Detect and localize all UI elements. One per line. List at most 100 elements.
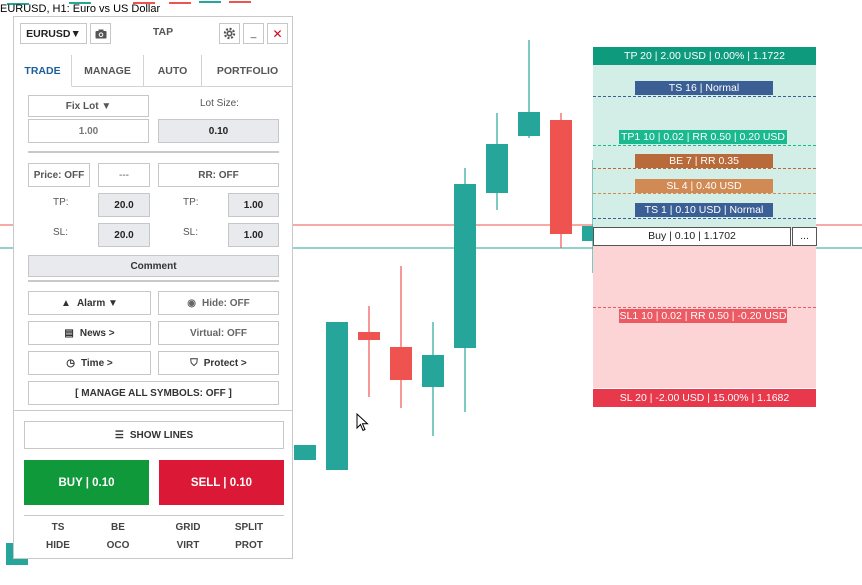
lot-size-input[interactable]: 0.10 <box>158 119 279 143</box>
candle <box>199 1 221 3</box>
sl-label-right: SL: <box>183 227 199 238</box>
tap-panel: EURUSD▼ TAP _ ✕ TRADE MANAGE AUTO PORTFO… <box>13 16 293 559</box>
candle-body <box>199 1 221 3</box>
be-button[interactable]: BE <box>88 522 148 533</box>
candle <box>390 266 412 408</box>
candle-body <box>454 184 476 348</box>
candle-body <box>169 2 191 4</box>
sl4-label[interactable]: SL 4 | 0.40 USD <box>635 179 773 193</box>
split-button[interactable]: SPLIT <box>219 522 279 533</box>
tp-points-input[interactable]: 20.0 <box>98 193 150 217</box>
candle-body <box>294 445 316 460</box>
candle-body <box>390 347 412 380</box>
eye-icon: ◉ <box>187 297 196 309</box>
tab-portfolio[interactable]: PORTFOLIO <box>202 55 293 87</box>
candle-body <box>486 144 508 193</box>
tp-ratio-input[interactable]: 1.00 <box>228 193 279 217</box>
candle <box>422 322 444 436</box>
tp-label-right: TP: <box>183 197 199 208</box>
app-name: TAP <box>152 26 174 38</box>
screenshot-button[interactable] <box>90 23 111 44</box>
lot-input[interactable]: 1.00 <box>28 119 149 143</box>
candle <box>550 113 572 248</box>
newspaper-icon: ▤ <box>64 327 74 339</box>
tp1-line[interactable] <box>593 145 816 146</box>
candle-body <box>229 1 251 3</box>
candle-body <box>326 322 348 470</box>
virt-button[interactable]: VIRT <box>158 540 218 551</box>
candle-body <box>518 112 540 136</box>
ts-button[interactable]: TS <box>28 522 88 533</box>
tab-auto[interactable]: AUTO <box>144 55 202 87</box>
sliders-icon: ☰ <box>114 429 124 441</box>
terminal-window: EURUSD, H1: Euro vs US Dollar TP 20 | 2.… <box>0 0 862 585</box>
hide-button[interactable]: HIDE <box>28 540 88 551</box>
divider <box>24 515 284 516</box>
candle <box>486 113 508 210</box>
shield-icon: ⛉ <box>190 357 198 369</box>
oco-button[interactable]: OCO <box>88 540 148 551</box>
candle <box>169 2 191 4</box>
rr-toggle[interactable]: RR: OFF <box>158 163 279 187</box>
chart-title: EURUSD, H1: Euro vs US Dollar <box>0 3 161 15</box>
grid-button[interactable]: GRID <box>158 522 218 533</box>
ts1-line[interactable] <box>593 218 816 219</box>
tp1-label[interactable]: TP1 10 | 0.02 | RR 0.50 | 0.20 USD <box>619 130 787 144</box>
price-toggle[interactable]: Price: OFF <box>28 163 90 187</box>
candle <box>454 168 476 412</box>
lot-size-label: Lot Size: <box>200 98 239 109</box>
sell-button[interactable]: SELL | 0.10 <box>159 460 284 505</box>
tab-trade[interactable]: TRADE <box>14 55 72 87</box>
candle <box>358 306 380 397</box>
sl-main-label[interactable]: SL 20 | -2.00 USD | 15.00% | 1.1682 <box>593 389 816 407</box>
divider <box>28 280 279 282</box>
tab-manage[interactable]: MANAGE <box>72 55 144 87</box>
time-label: Time > <box>80 357 113 369</box>
close-button[interactable]: ✕ <box>267 23 288 44</box>
manage-all-symbols-toggle[interactable]: [ MANAGE ALL SYMBOLS: OFF ] <box>28 381 279 405</box>
gear-icon <box>223 27 236 40</box>
comment-input[interactable]: Comment <box>28 255 279 277</box>
tree-icon: ▲ <box>61 297 71 309</box>
buy-button[interactable]: BUY | 0.10 <box>24 460 149 505</box>
tp-label-left: TP: <box>53 197 69 208</box>
protect-button[interactable]: ⛉ Protect > <box>158 351 279 375</box>
sl4-line[interactable] <box>593 193 816 194</box>
candle-body <box>358 332 380 340</box>
news-button[interactable]: ▤ News > <box>28 321 151 345</box>
be7-line[interactable] <box>593 168 816 169</box>
protect-label: Protect > <box>203 357 247 369</box>
section-divider <box>14 410 292 411</box>
price-input[interactable]: --- <box>98 163 150 187</box>
clock-icon: ◷ <box>66 357 75 369</box>
entry-more-button[interactable]: ... <box>792 227 817 246</box>
sl-label-left: SL: <box>53 227 69 238</box>
show-lines-button[interactable]: ☰ SHOW LINES <box>24 421 284 449</box>
be7-label[interactable]: BE 7 | RR 0.35 <box>635 154 773 168</box>
candle <box>294 445 316 460</box>
tp-main-label[interactable]: TP 20 | 2.00 USD | 0.00% | 1.1722 <box>593 47 816 65</box>
minimize-button[interactable]: _ <box>243 23 264 44</box>
sl1-line[interactable] <box>593 307 816 308</box>
ts16-line[interactable] <box>593 96 816 97</box>
camera-icon <box>95 29 106 38</box>
ts16-label[interactable]: TS 16 | Normal <box>635 81 773 95</box>
candle <box>326 322 348 470</box>
settings-button[interactable] <box>219 23 240 44</box>
alarm-dropdown[interactable]: ▲ Alarm ▼ <box>28 291 151 315</box>
candle-body <box>422 355 444 387</box>
virtual-toggle[interactable]: Virtual: OFF <box>158 321 279 345</box>
entry-label[interactable]: Buy | 0.10 | 1.1702 <box>593 227 791 246</box>
prot-button[interactable]: PROT <box>219 540 279 551</box>
sl1-label[interactable]: SL1 10 | 0.02 | RR 0.50 | -0.20 USD <box>619 309 787 323</box>
ts1-label[interactable]: TS 1 | 0.10 USD | Normal <box>635 203 773 217</box>
sl-points-input[interactable]: 20.0 <box>98 223 150 247</box>
hide-toggle[interactable]: ◉ Hide: OFF <box>158 291 279 315</box>
lot-mode-dropdown[interactable]: Fix Lot ▼ <box>28 95 149 117</box>
news-label: News > <box>79 327 115 339</box>
candle <box>229 1 251 3</box>
sl-ratio-input[interactable]: 1.00 <box>228 223 279 247</box>
alarm-label: Alarm ▼ <box>76 297 118 309</box>
time-button[interactable]: ◷ Time > <box>28 351 151 375</box>
symbol-dropdown[interactable]: EURUSD▼ <box>20 23 87 44</box>
